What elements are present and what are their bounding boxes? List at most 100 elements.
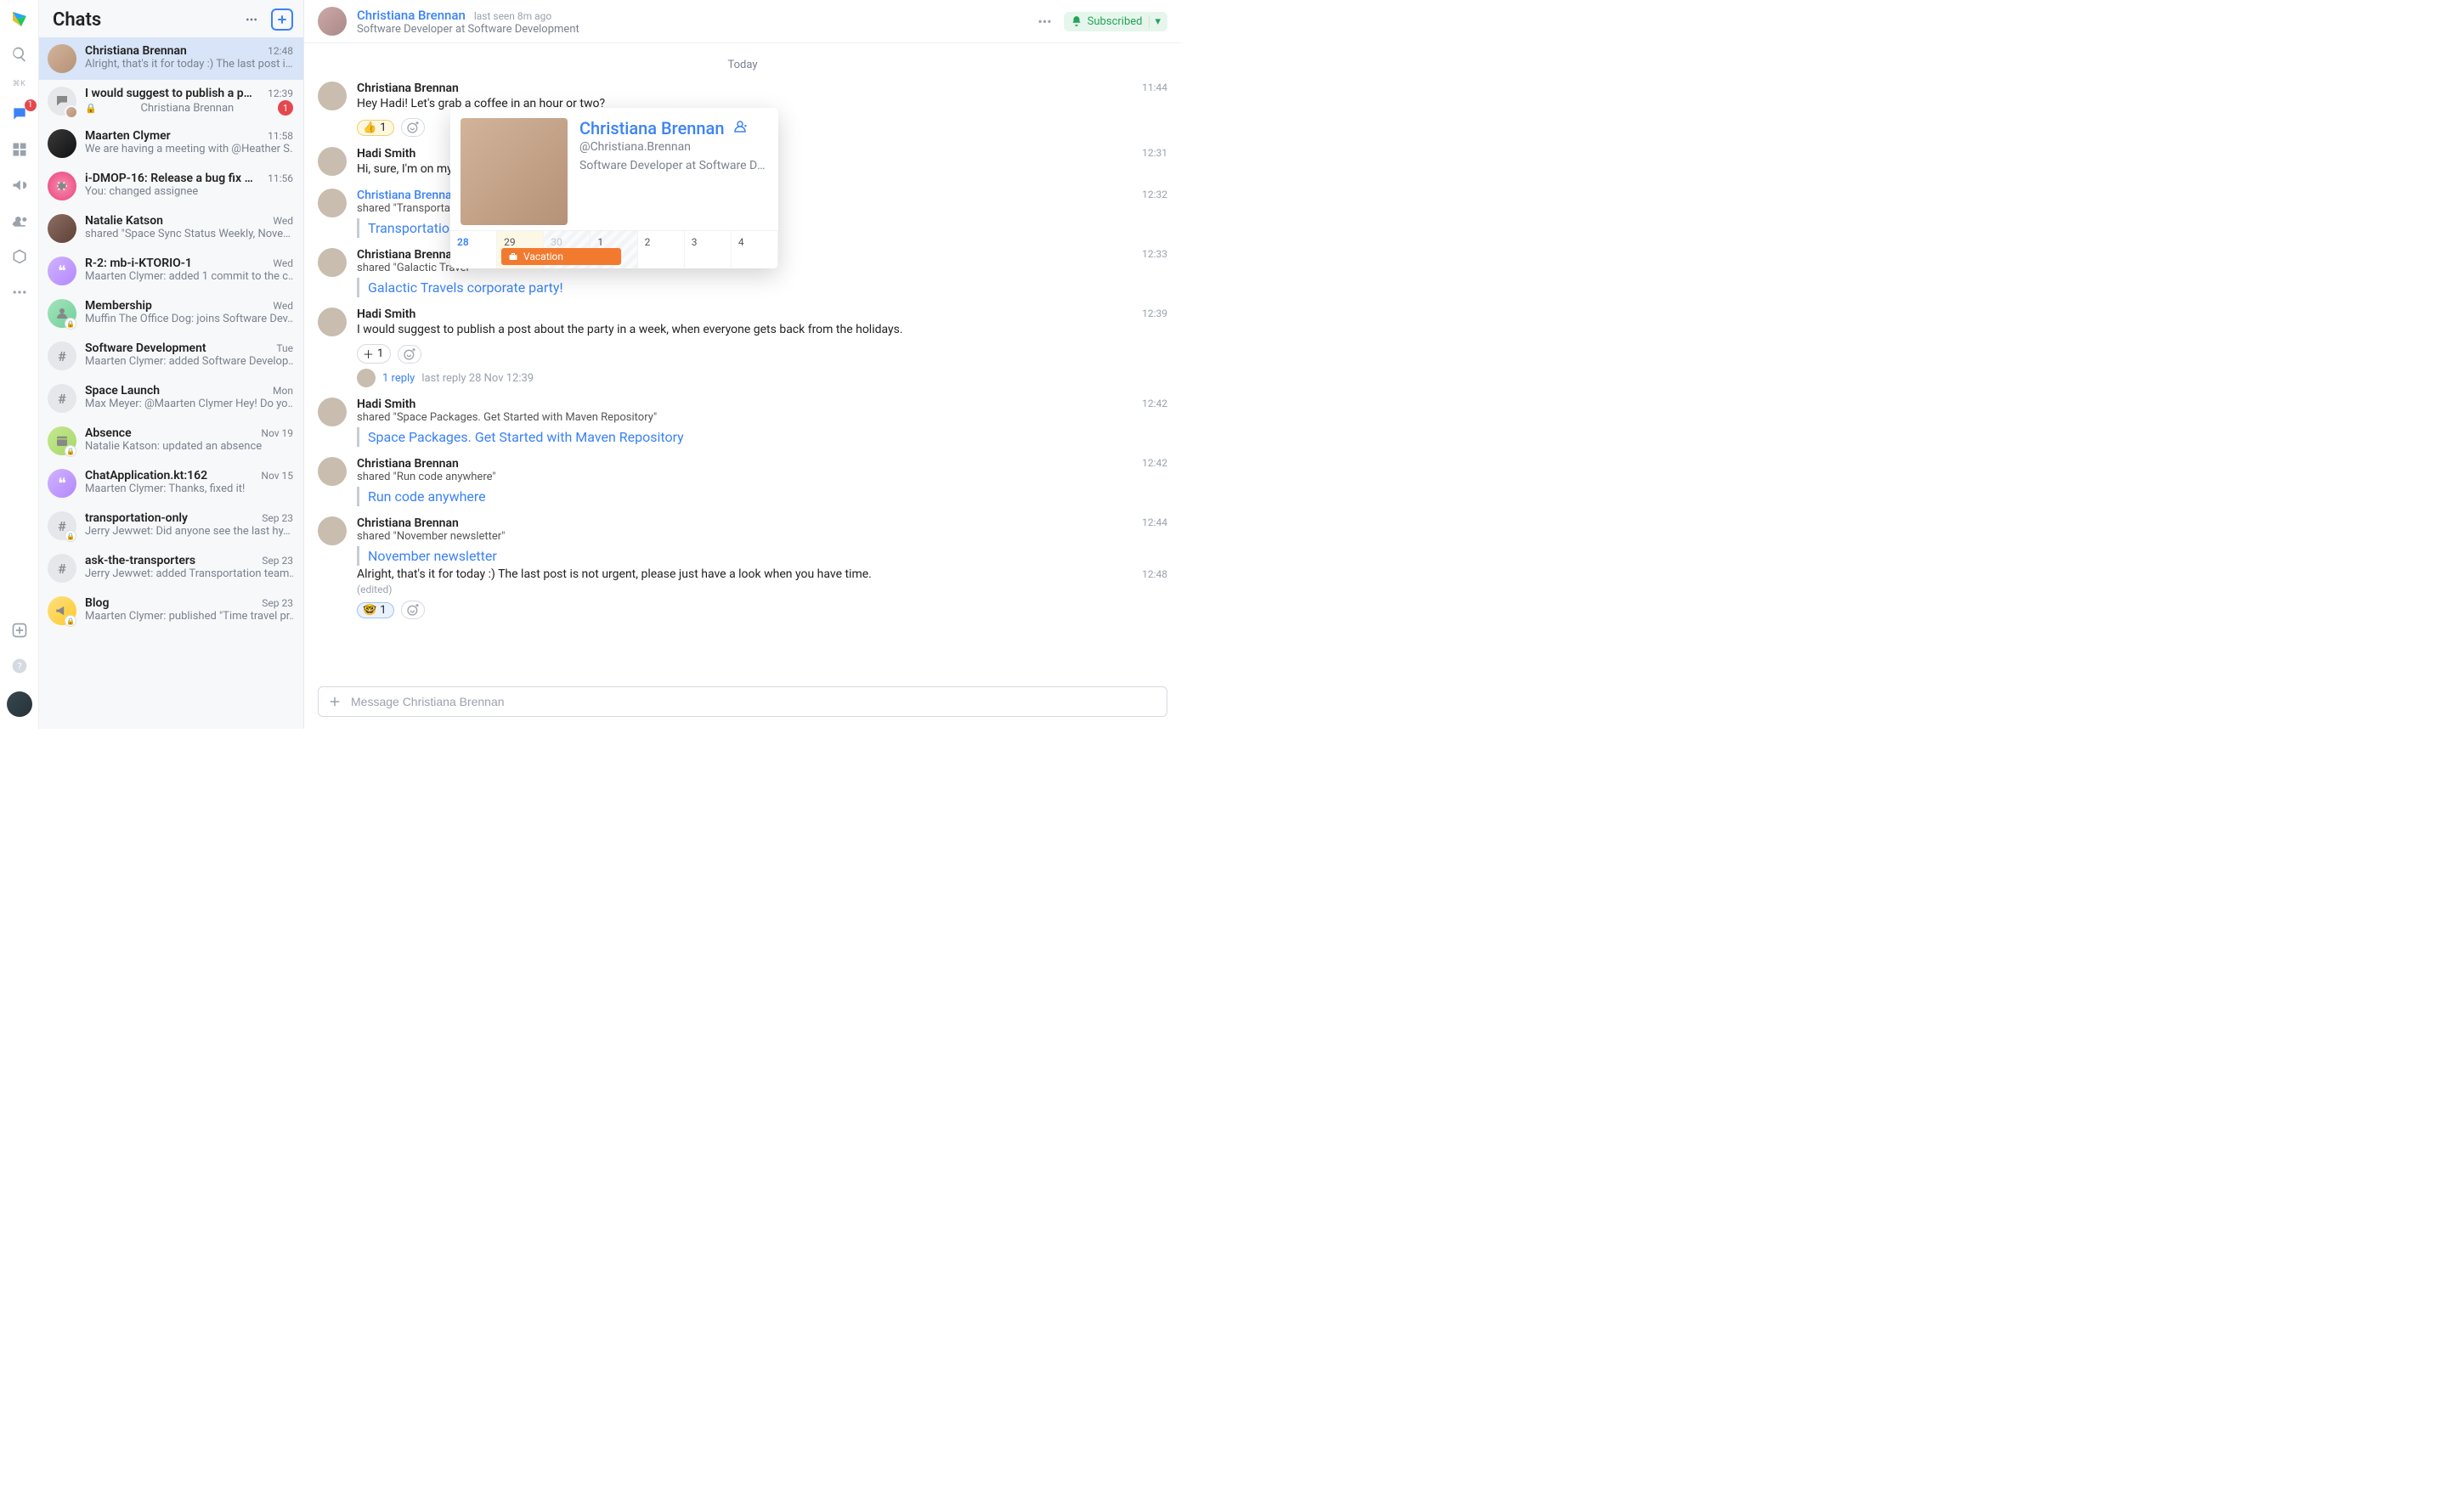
chat-preview: Alright, that's it for today :) The last…	[85, 58, 293, 71]
chat-item[interactable]: #Space LaunchMonMax Meyer: @Maarten Clym…	[39, 377, 303, 420]
chevron-down-icon[interactable]: ▾	[1149, 15, 1161, 28]
announce-icon[interactable]	[9, 175, 30, 195]
message-avatar[interactable]	[318, 248, 347, 277]
chat-item[interactable]: ❝ChatApplication.kt:162Nov 15Maarten Cly…	[39, 462, 303, 505]
reaction[interactable]: ＋1	[357, 344, 391, 364]
add-contact-icon[interactable]	[732, 118, 748, 138]
peer-avatar[interactable]	[318, 7, 347, 36]
package-icon[interactable]	[9, 246, 30, 267]
message-author[interactable]: Christiana Brennan	[357, 248, 459, 262]
chat-preview: Maarten Clymer: published "Time travel p…	[85, 610, 293, 623]
chat-item[interactable]: #ask-the-transportersSep 23Jerry Jewwet:…	[39, 547, 303, 590]
message: Christiana Brennanshared "Run code anywh…	[318, 452, 1167, 511]
shared-link[interactable]: Space Packages. Get Started with Maven R…	[368, 429, 684, 445]
chat-list-more-icon[interactable]	[240, 8, 263, 31]
shared-link[interactable]: Galactic Travels corporate party!	[368, 279, 563, 296]
me-avatar[interactable]	[7, 691, 32, 717]
reaction[interactable]: 🤓1	[357, 602, 394, 618]
message-author[interactable]: Christiana Brennan	[357, 82, 459, 95]
chat-title: Membership	[85, 299, 152, 313]
team-icon[interactable]	[9, 211, 30, 231]
shared-link[interactable]: Run code anywhere	[368, 488, 486, 505]
conversation-more-icon[interactable]: •••	[1032, 10, 1056, 33]
chat-time: Wed	[273, 257, 293, 269]
chat-title: i-DMOP-16: Release a bug fix …	[85, 172, 253, 185]
apps-icon[interactable]	[9, 139, 30, 160]
search-icon[interactable]	[9, 44, 30, 65]
chat-item[interactable]: #🔒transportation-onlySep 23Jerry Jewwet:…	[39, 505, 303, 547]
message-author[interactable]: Hadi Smith	[357, 307, 415, 321]
message-avatar[interactable]	[318, 189, 347, 217]
chat-item[interactable]: ❝R-2: mb-i-KTORIO-1WedMaarten Clymer: ad…	[39, 250, 303, 292]
reaction[interactable]: 👍1	[357, 120, 394, 136]
chat-title: Christiana Brennan	[85, 44, 187, 58]
chat-title: I would suggest to publish a p…	[85, 87, 252, 100]
peer-name[interactable]: Christiana Brennan	[357, 8, 466, 23]
message-time: 12:33	[1142, 248, 1167, 260]
chat-item[interactable]: Natalie KatsonWedshared "Space Sync Stat…	[39, 207, 303, 250]
peer-last-seen: last seen 8m ago	[474, 10, 551, 22]
chat-item[interactable]: Christiana Brennan 12:48Alright, that's i…	[39, 37, 303, 80]
profile-name[interactable]: Christiana Brennan	[579, 118, 724, 138]
attach-icon[interactable]	[327, 694, 342, 709]
app-logo[interactable]	[9, 8, 30, 29]
chat-avatar	[48, 129, 76, 158]
thread-summary[interactable]: 1 replylast reply 28 Nov 12:39	[357, 369, 1167, 387]
chat-preview: shared "Space Sync Status Weekly, Nove…	[85, 228, 293, 240]
more-icon[interactable]	[9, 282, 30, 302]
message-author[interactable]: Christiana Brennan	[357, 516, 459, 530]
shared-link[interactable]: November newsletter	[368, 548, 497, 564]
calendar-day[interactable]: 2	[638, 231, 685, 268]
chat-item[interactable]: 🔒MembershipWedMuffin The Office Dog: joi…	[39, 292, 303, 335]
left-rail: ⌘K 1 ?	[0, 0, 39, 729]
add-reaction-icon[interactable]	[398, 345, 421, 364]
chat-time: Sep 23	[262, 597, 293, 609]
calendar-day[interactable]: 28	[450, 231, 497, 268]
subscribe-pill[interactable]: Subscribed ▾	[1064, 12, 1167, 31]
add-reaction-icon[interactable]	[401, 118, 425, 137]
calendar-day[interactable]: 3	[685, 231, 732, 268]
new-chat-button[interactable]	[271, 8, 293, 31]
chat-title: ChatApplication.kt:162	[85, 469, 207, 482]
message-author[interactable]: Hadi Smith	[357, 398, 415, 411]
profile-photo[interactable]	[461, 118, 568, 225]
composer-input[interactable]	[351, 695, 1158, 708]
message-time: 12:44	[1142, 516, 1167, 528]
chat-preview: 🔒Christiana Brennan1	[85, 100, 293, 116]
message-author[interactable]: Hadi Smith	[357, 147, 415, 161]
message-text: Alright, that's it for today :) The last…	[357, 566, 1167, 584]
message-avatar[interactable]	[318, 307, 347, 336]
chat-preview: Maarten Clymer: Thanks, fixed it!	[85, 482, 293, 495]
message-avatar[interactable]	[318, 147, 347, 176]
chat-item[interactable]: I would suggest to publish a p…12:39🔒Chr…	[39, 80, 303, 122]
message-avatar[interactable]	[318, 82, 347, 110]
message-time: 12:42	[1142, 457, 1167, 469]
chat-time: 12:48	[268, 45, 293, 57]
chat-avatar	[48, 44, 76, 73]
calendar-day[interactable]: 4	[732, 231, 778, 268]
calendar-event[interactable]: Vacation	[501, 248, 621, 265]
chat-time: Sep 23	[262, 512, 293, 524]
chat-item[interactable]: Maarten Clymer11:58We are having a meeti…	[39, 122, 303, 165]
add-reaction-icon[interactable]	[401, 601, 425, 619]
message-author[interactable]: Christiana Brennan	[357, 457, 459, 471]
message-avatar[interactable]	[318, 398, 347, 426]
add-icon[interactable]	[9, 620, 30, 640]
chat-time: 11:56	[268, 172, 293, 184]
chat-list-header: Chats	[39, 0, 303, 37]
peer-subtitle: Software Developer at Software Developme…	[357, 23, 1022, 36]
chat-item[interactable]: i-DMOP-16: Release a bug fix …11:56You: …	[39, 165, 303, 207]
chat-item[interactable]: 🔒BlogSep 23Maarten Clymer: published "Ti…	[39, 590, 303, 632]
chat-item[interactable]: #Software DevelopmentTueMaarten Clymer: …	[39, 335, 303, 377]
chat-item[interactable]: 🔒AbsenceNov 19Natalie Katson: updated an…	[39, 420, 303, 462]
message-author[interactable]: Christiana Brennan	[357, 189, 458, 202]
message-composer[interactable]	[318, 686, 1167, 717]
help-icon[interactable]: ?	[9, 656, 30, 676]
chat-title: Blog	[85, 596, 109, 610]
message-avatar[interactable]	[318, 516, 347, 545]
chats-icon[interactable]: 1	[9, 104, 30, 124]
message-avatar[interactable]	[318, 457, 347, 486]
chat-time: Nov 15	[261, 470, 293, 482]
message-list[interactable]: Today Christiana BrennanHey Hadi! Let's …	[304, 43, 1181, 686]
chat-list[interactable]: Christiana Brennan 12:48Alright, that's i…	[39, 37, 303, 729]
